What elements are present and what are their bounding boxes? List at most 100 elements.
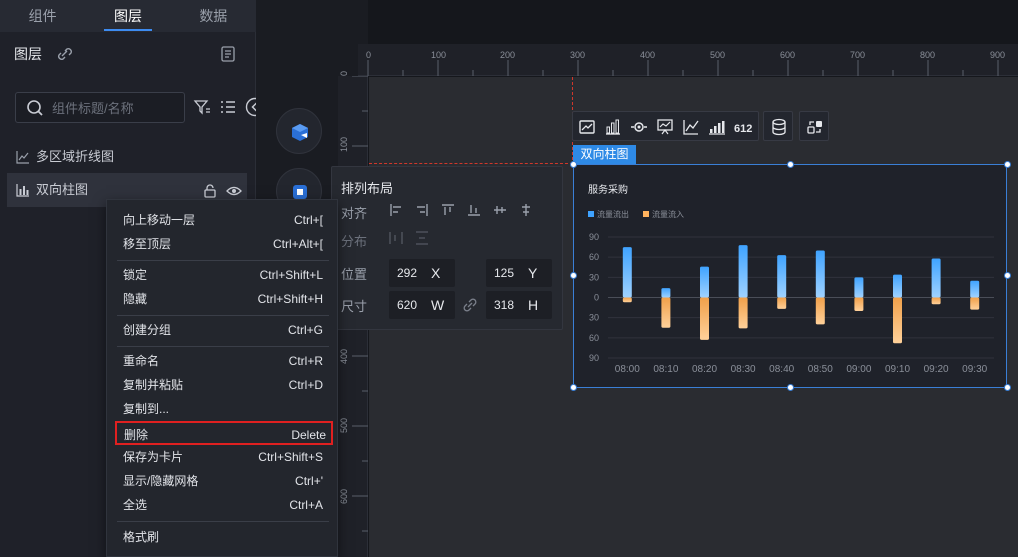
legend-marker-inflow: [643, 211, 649, 217]
bar-inflow: [622, 297, 632, 303]
menu-item-delete[interactable]: 删除 Delete: [115, 421, 333, 445]
bidirectional-bar-chart: 服务采购 流量流出 流量流入 90 60 30 0 30 60 90 08:00 08:10 08…: [588, 183, 994, 375]
y-tick-label: 90: [589, 353, 599, 363]
position-label: 位置: [341, 267, 368, 282]
interaction-button[interactable]: [799, 111, 829, 141]
layer-item-label: 多区域折线图: [36, 149, 115, 164]
line-trend-icon[interactable]: [682, 118, 700, 136]
menu-separator: [117, 260, 329, 261]
eye-icon[interactable]: [226, 184, 242, 198]
menu-item-move-up-layer[interactable]: 向上移动一层 Ctrl+[: [107, 208, 339, 232]
menu-item-lock[interactable]: 锁定 Ctrl+Shift+L: [107, 263, 339, 287]
size-width-unit: W: [431, 297, 445, 313]
bar-inflow: [970, 297, 980, 310]
layer-search-input[interactable]: [52, 99, 180, 117]
sidebar-tabs: 组件 图层 数据: [0, 0, 256, 32]
menu-item-rename[interactable]: 重命名 Ctrl+R: [107, 349, 339, 373]
number-counter-icon[interactable]: 612: [733, 118, 755, 136]
ruler-tick-label: 200: [500, 50, 516, 60]
resize-handle-top[interactable]: [787, 161, 794, 168]
distribute-vertical-icon[interactable]: [415, 231, 429, 245]
resize-handle-bottom-right[interactable]: [1004, 384, 1011, 391]
arrange-panel-title: 排列布局: [341, 181, 394, 196]
align-left-icon[interactable]: [389, 203, 403, 217]
resize-handle-bottom-left[interactable]: [570, 384, 577, 391]
context-menu: 向上移动一层 Ctrl+[ 移至顶层 Ctrl+Alt+[ 锁定 Ctrl+Shift…: [106, 199, 338, 557]
bar-chart-icon[interactable]: [604, 118, 622, 136]
align-bottom-icon[interactable]: [467, 203, 481, 217]
floating-tool-button[interactable]: [276, 108, 322, 154]
resize-handle-top-right[interactable]: [1004, 161, 1011, 168]
guide-line-horizontal: [369, 163, 573, 164]
size-width-value: 620: [397, 298, 418, 312]
align-top-icon[interactable]: [441, 203, 455, 217]
data-source-button[interactable]: [763, 111, 793, 141]
link-icon[interactable]: [56, 45, 74, 63]
position-y-value: 125: [494, 266, 515, 280]
ruler-tick-label: 400: [339, 348, 349, 364]
resize-handle-left[interactable]: [570, 272, 577, 279]
ruler-tick-label: 300: [570, 50, 586, 60]
line-chart-icon: [16, 151, 29, 164]
size-height-value: 318: [494, 298, 515, 312]
arrange-layout-panel: 排列布局 对齐 分布 位置 292 X 125 Y 尺寸 620 W 318 H: [331, 166, 563, 330]
resize-handle-bottom[interactable]: [787, 384, 794, 391]
x-tick-label: 08:10: [653, 364, 678, 375]
component-name-tag: 双向柱图: [573, 145, 636, 164]
ruler-tick-label: 600: [339, 488, 349, 504]
menu-separator: [117, 521, 329, 522]
menu-item-save-as-card[interactable]: 保存为卡片 Ctrl+Shift+S: [107, 445, 339, 469]
image-icon[interactable]: [578, 118, 596, 136]
filter-icon[interactable]: [193, 98, 211, 116]
ruler-horizontal-ticks: [367, 60, 999, 76]
size-height-field[interactable]: 318 H: [486, 291, 552, 319]
distribute-label: 分布: [341, 234, 368, 249]
bar-outflow: [700, 266, 709, 298]
database-icon: [772, 118, 786, 136]
bar-outflow: [931, 258, 941, 298]
size-width-field[interactable]: 620 W: [389, 291, 455, 319]
menu-item-hide[interactable]: 隐藏 Ctrl+Shift+H: [107, 287, 339, 311]
tab-data[interactable]: 数据: [171, 0, 256, 32]
align-right-icon[interactable]: [415, 203, 429, 217]
bar-inflow: [815, 297, 825, 325]
y-tick-label: 90: [589, 232, 599, 242]
y-tick-label: 60: [589, 333, 599, 343]
menu-item-duplicate[interactable]: 复制并粘贴 Ctrl+D: [107, 373, 339, 397]
x-tick-label: 09:20: [924, 364, 949, 375]
ruler-tick-label: 700: [850, 50, 866, 60]
tab-layers[interactable]: 图层: [85, 0, 170, 32]
ruler-tick-label: 100: [339, 136, 349, 152]
tab-components[interactable]: 组件: [0, 0, 85, 32]
menu-item-copy-to[interactable]: 复制到...: [107, 397, 339, 421]
layer-item-line-chart[interactable]: 多区域折线图: [7, 140, 247, 174]
list-view-icon[interactable]: [219, 98, 237, 116]
menu-item-toggle-grid[interactable]: 显示/隐藏网格 Ctrl+': [107, 469, 339, 493]
screen-chart-icon[interactable]: [656, 118, 674, 136]
position-y-unit: Y: [528, 265, 538, 281]
menu-item-create-group[interactable]: 创建分组 Ctrl+G: [107, 318, 339, 342]
position-x-unit: X: [431, 265, 441, 281]
document-list-icon[interactable]: [219, 45, 237, 63]
align-center-icon[interactable]: [519, 203, 533, 217]
resize-handle-right[interactable]: [1004, 272, 1011, 279]
resize-handle-top-left[interactable]: [570, 161, 577, 168]
component-quick-toolbar: 612: [572, 111, 759, 141]
position-y-field[interactable]: 125 Y: [486, 259, 552, 287]
distribute-horizontal-icon[interactable]: [389, 231, 403, 245]
column-chart-icon[interactable]: [708, 118, 726, 136]
aspect-ratio-link-icon[interactable]: [462, 297, 478, 313]
bar-outflow: [661, 288, 671, 298]
bar-outflow: [854, 277, 864, 298]
menu-item-select-all[interactable]: 全选 Ctrl+A: [107, 493, 339, 517]
ruler-tick-label: 400: [640, 50, 656, 60]
align-middle-icon[interactable]: [493, 203, 507, 217]
bidirectional-bar-chart-component[interactable]: 服务采购 流量流出 流量流入 90 60 30 0 30 60 90 08:00 08:10 08…: [573, 164, 1007, 388]
menu-item-bring-to-top[interactable]: 移至顶层 Ctrl+Alt+[: [107, 232, 339, 256]
target-icon[interactable]: [630, 118, 648, 136]
menu-item-format-painter[interactable]: 格式刷: [107, 525, 339, 549]
position-x-field[interactable]: 292 X: [389, 259, 455, 287]
position-x-value: 292: [397, 266, 418, 280]
unlock-icon[interactable]: [203, 184, 217, 198]
bar-inflow: [931, 297, 941, 305]
